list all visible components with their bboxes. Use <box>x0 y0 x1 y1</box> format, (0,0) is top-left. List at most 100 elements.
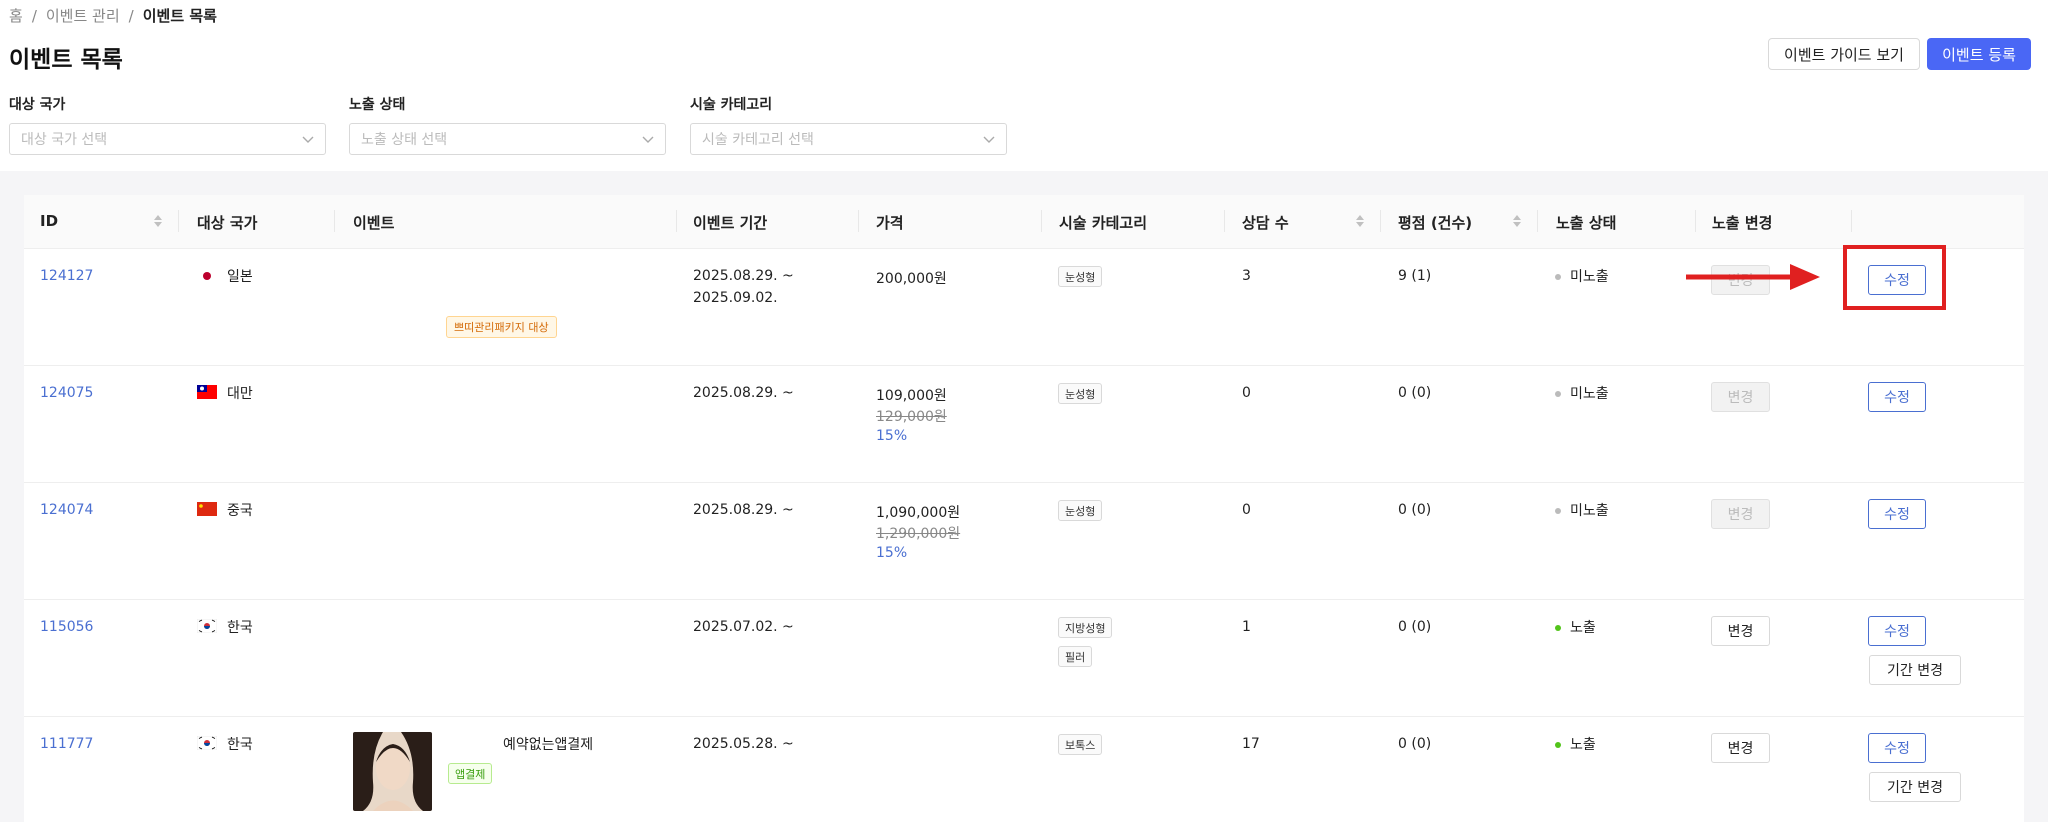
category-tag: 지방성형 <box>1058 617 1113 638</box>
visibility-change-button[interactable]: 변경 <box>1711 733 1770 763</box>
event-title[interactable]: 예약없는앱결제 <box>503 734 593 754</box>
breadcrumb-current: 이벤트 목록 <box>142 7 217 25</box>
rating: 0 (0) <box>1398 619 1432 635</box>
sort-icon[interactable] <box>1355 213 1365 229</box>
period-end: 2025.09.02. <box>693 290 778 306</box>
country-select-placeholder: 대상 국가 선택 <box>21 132 108 148</box>
category-tag: 보톡스 <box>1058 734 1103 755</box>
price: 109,000원 <box>876 388 947 404</box>
korea-flag-icon <box>197 736 217 750</box>
rating: 0 (0) <box>1398 385 1432 401</box>
period-start: 2025.07.02. ~ <box>693 619 794 635</box>
status-dot <box>1555 274 1561 280</box>
header-price: 가격 <box>876 214 904 232</box>
header-divider <box>1224 210 1225 232</box>
category-tag: 필러 <box>1058 646 1093 667</box>
row-divider <box>24 482 2024 483</box>
visibility-change-button[interactable]: 변경 <box>1711 382 1770 412</box>
annotation-highlight-box <box>1843 245 1946 310</box>
header-consults[interactable]: 상담 수 <box>1242 212 1289 233</box>
event-id-link[interactable]: 124127 <box>40 268 93 284</box>
period-start: 2025.05.28. ~ <box>693 736 794 752</box>
visibility-change-button[interactable]: 변경 <box>1711 499 1770 529</box>
event-thumbnail-image <box>353 732 432 811</box>
header-divider <box>676 210 677 232</box>
annotation-arrow-icon <box>1686 264 1820 290</box>
promo-tag: 쁘띠관리패키지 대상 <box>446 316 557 338</box>
discount-rate: 15% <box>876 428 908 444</box>
edit-button[interactable]: 수정 <box>1868 499 1926 529</box>
row-divider <box>24 365 2024 366</box>
event-id-link[interactable]: 111777 <box>40 736 93 752</box>
category-select-placeholder: 시술 카테고리 선택 <box>702 132 814 148</box>
header-category: 시술 카테고리 <box>1059 214 1148 232</box>
event-id-link[interactable]: 124074 <box>40 502 93 518</box>
country-name: 일본 <box>227 269 253 285</box>
event-guide-button[interactable]: 이벤트 가이드 보기 <box>1768 38 1920 70</box>
category-tag: 눈성형 <box>1058 500 1103 521</box>
header-rating[interactable]: 평점 (건수) <box>1398 212 1472 233</box>
breadcrumb-event-management[interactable]: 이벤트 관리 <box>46 5 120 26</box>
edit-button[interactable]: 수정 <box>1868 616 1926 646</box>
period-start: 2025.08.29. ~ <box>693 502 794 518</box>
row-divider <box>24 599 2024 600</box>
filter-label-country: 대상 국가 <box>9 97 66 113</box>
header-status: 노출 상태 <box>1556 214 1617 232</box>
original-price: 1,290,000원 <box>876 526 961 542</box>
event-id-link[interactable]: 115056 <box>40 619 93 635</box>
consult-count: 0 <box>1242 385 1251 401</box>
header-divider <box>334 210 335 232</box>
period-change-button[interactable]: 기간 변경 <box>1869 655 1961 685</box>
korea-flag-icon <box>197 619 217 633</box>
page-title: 이벤트 목록 <box>9 47 123 73</box>
period-start: 2025.08.29. ~ <box>693 268 794 284</box>
visibility-change-button[interactable]: 변경 <box>1711 616 1770 646</box>
event-register-button[interactable]: 이벤트 등록 <box>1927 38 2031 70</box>
rating: 0 (0) <box>1398 502 1432 518</box>
country-name: 한국 <box>227 620 253 636</box>
header-divider <box>1041 210 1042 232</box>
edit-button[interactable]: 수정 <box>1868 382 1926 412</box>
header-id[interactable]: ID <box>40 212 58 230</box>
breadcrumb-home[interactable]: 홈 <box>9 5 23 26</box>
status-text: 미노출 <box>1570 269 1609 285</box>
breadcrumb-separator: / <box>31 6 37 25</box>
period-start: 2025.08.29. ~ <box>693 385 794 401</box>
category-tag: 눈성형 <box>1058 383 1103 404</box>
edit-button[interactable]: 수정 <box>1868 733 1926 763</box>
chevron-down-icon <box>302 136 314 143</box>
status-text: 노출 <box>1570 737 1596 753</box>
sort-icon[interactable] <box>153 213 163 229</box>
filter-label-category: 시술 카테고리 <box>690 97 773 113</box>
consult-count: 0 <box>1242 502 1251 518</box>
header-divider <box>1537 210 1538 232</box>
category-tag: 눈성형 <box>1058 266 1103 287</box>
status-text: 미노출 <box>1570 503 1609 519</box>
header-divider <box>858 210 859 232</box>
header-divider <box>1851 210 1852 232</box>
consult-count: 17 <box>1242 736 1260 752</box>
country-name: 중국 <box>227 503 253 519</box>
consult-count: 3 <box>1242 268 1251 284</box>
chevron-down-icon <box>642 136 654 143</box>
header-visibility-change: 노출 변경 <box>1712 214 1773 232</box>
sort-icon[interactable] <box>1512 213 1522 229</box>
category-select[interactable]: 시술 카테고리 선택 <box>690 123 1007 155</box>
country-name: 대만 <box>227 386 253 402</box>
status-dot <box>1555 742 1561 748</box>
header-period: 이벤트 기간 <box>693 214 768 232</box>
country-select[interactable]: 대상 국가 선택 <box>9 123 326 155</box>
row-divider <box>24 716 2024 717</box>
status-dot <box>1555 508 1561 514</box>
event-id-link[interactable]: 124075 <box>40 385 93 401</box>
event-thumbnail[interactable] <box>353 732 432 811</box>
header-divider <box>1380 210 1381 232</box>
japan-flag-icon <box>197 269 217 283</box>
breadcrumb: 홈 / 이벤트 관리 / 이벤트 목록 <box>9 5 217 26</box>
status-text: 노출 <box>1570 620 1596 636</box>
taiwan-flag-icon <box>197 385 217 399</box>
status-select[interactable]: 노출 상태 선택 <box>349 123 666 155</box>
rating: 9 (1) <box>1398 268 1432 284</box>
header-event: 이벤트 <box>353 214 395 232</box>
period-change-button[interactable]: 기간 변경 <box>1869 772 1961 802</box>
